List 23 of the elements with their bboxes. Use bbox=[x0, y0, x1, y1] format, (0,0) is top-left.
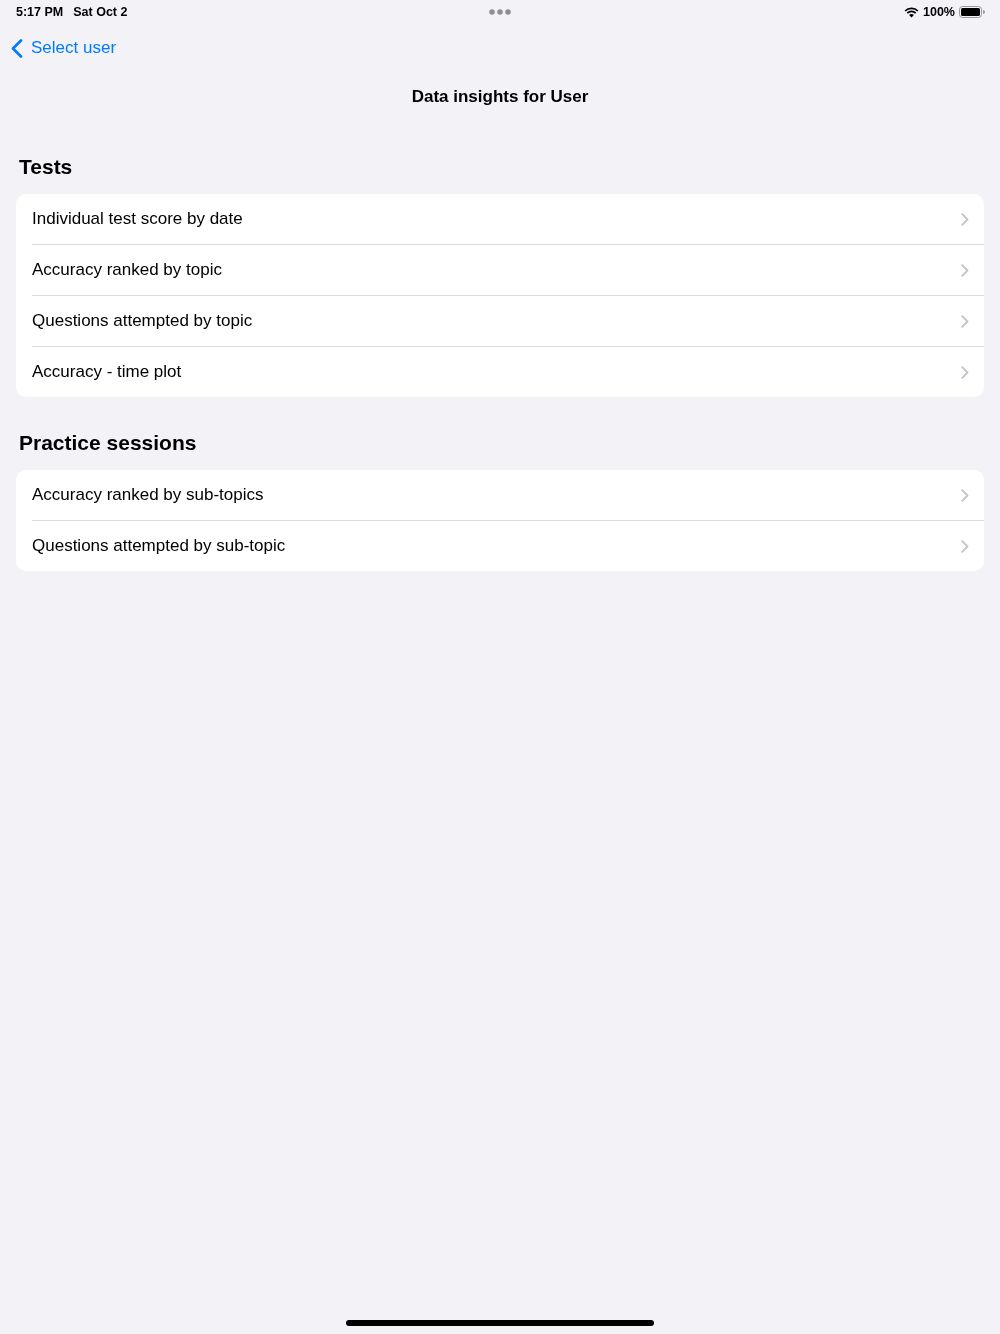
list-row[interactable]: Accuracy ranked by sub-topics bbox=[16, 470, 984, 520]
chevron-right-icon bbox=[961, 539, 969, 553]
list-row[interactable]: Questions attempted by sub-topic bbox=[16, 521, 984, 571]
status-date: Sat Oct 2 bbox=[73, 5, 128, 19]
list-row[interactable]: Accuracy - time plot bbox=[16, 347, 984, 397]
status-time: 5:17 PM bbox=[16, 5, 64, 19]
section-header: Practice sessions bbox=[19, 430, 197, 456]
chevron-right-icon bbox=[961, 314, 969, 328]
chevron-right-icon bbox=[961, 365, 969, 379]
battery-icon bbox=[959, 6, 985, 18]
back-button[interactable]: Select user bbox=[11, 38, 117, 58]
more-dots-icon[interactable] bbox=[489, 9, 511, 15]
wifi-icon bbox=[904, 6, 919, 18]
page-title: Data insights for User bbox=[411, 87, 589, 107]
list-row[interactable]: Accuracy ranked by topic bbox=[16, 245, 984, 295]
chevron-left-icon bbox=[11, 38, 23, 58]
battery-percent: 100% bbox=[923, 5, 955, 19]
list-row[interactable]: Questions attempted by topic bbox=[16, 296, 984, 346]
section-header: Tests bbox=[19, 154, 73, 180]
chevron-right-icon bbox=[961, 488, 969, 502]
chevron-right-icon bbox=[961, 263, 969, 277]
list-row[interactable]: Individual test score by date bbox=[16, 194, 984, 244]
chevron-right-icon bbox=[961, 212, 969, 226]
